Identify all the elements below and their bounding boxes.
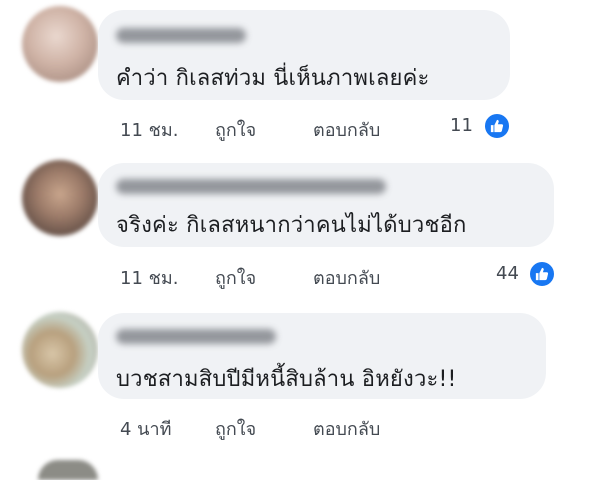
comment-bubble: จริงค่ะ กิเลสหนากว่าคนไม่ได้บวชอีก: [98, 163, 554, 247]
comment-timestamp[interactable]: 4 นาที: [120, 414, 171, 443]
like-thumbs-up-icon: [483, 112, 511, 140]
comment-timestamp[interactable]: 11 ชม.: [120, 263, 178, 292]
reply-button[interactable]: ตอบกลับ: [313, 414, 380, 443]
like-button[interactable]: ถูกใจ: [215, 263, 256, 292]
comment-text: คำว่า กิเลสท่วม นี่เห็นภาพเลยค่ะ: [116, 66, 430, 91]
comment-timestamp[interactable]: 11 ชม.: [120, 115, 178, 144]
reaction-count: 11: [450, 115, 473, 136]
commenter-name[interactable]: [116, 329, 276, 344]
like-button[interactable]: ถูกใจ: [215, 115, 256, 144]
avatar[interactable]: [22, 312, 98, 388]
comment-text: บวชสามสิบปีมีหนี้สิบล้าน อิหยังวะ!!: [116, 367, 457, 392]
like-button[interactable]: ถูกใจ: [215, 414, 256, 443]
reply-button[interactable]: ตอบกลับ: [313, 263, 380, 292]
next-comment-avatar: [38, 460, 98, 480]
commenter-name[interactable]: [116, 28, 246, 43]
like-thumbs-up-icon: [528, 260, 556, 288]
comment-bubble: บวชสามสิบปีมีหนี้สิบล้าน อิหยังวะ!!: [98, 313, 546, 399]
comment-bubble: คำว่า กิเลสท่วม นี่เห็นภาพเลยค่ะ: [98, 10, 510, 100]
reply-button[interactable]: ตอบกลับ: [313, 115, 380, 144]
commenter-name[interactable]: [116, 179, 386, 194]
reaction-count: 44: [496, 263, 519, 284]
avatar[interactable]: [22, 6, 98, 82]
avatar[interactable]: [22, 160, 98, 236]
comment-text: จริงค่ะ กิเลสหนากว่าคนไม่ได้บวชอีก: [116, 213, 467, 238]
